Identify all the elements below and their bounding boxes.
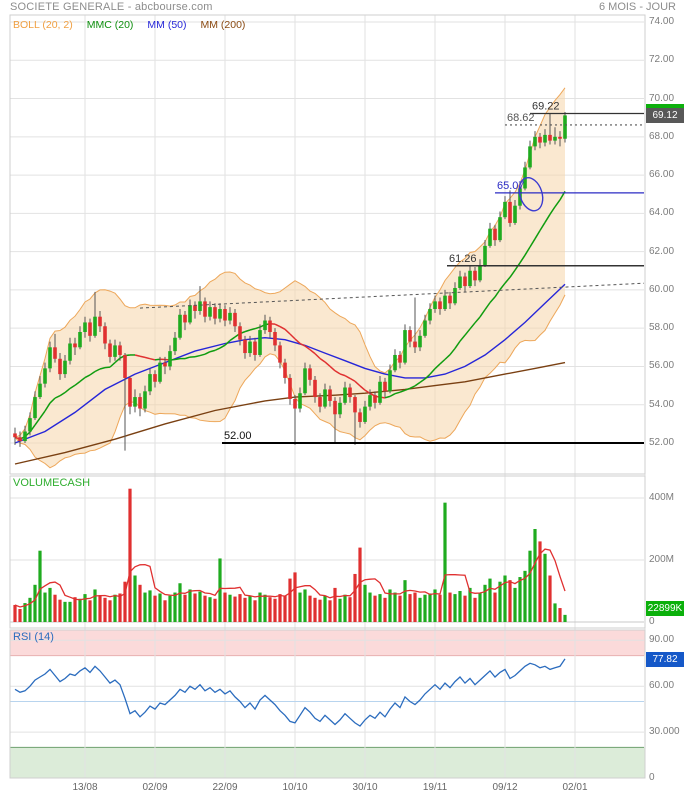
rsi-line <box>15 659 565 726</box>
legend-item: BOLL (20, 2) <box>13 19 73 31</box>
volume-axis-label: 400M <box>649 492 683 503</box>
date-axis-label: 30/10 <box>343 782 387 793</box>
rsi-badge: 77.82 <box>646 652 684 667</box>
price-axis-label: 58.00 <box>649 322 683 333</box>
volume-axis-label: 200M <box>649 554 683 565</box>
price-axis-label: 72.00 <box>649 54 683 65</box>
last-price-badge: 69.12 <box>646 104 684 123</box>
price-axis-label: 68.00 <box>649 131 683 142</box>
svg-text:52.00: 52.00 <box>224 430 252 442</box>
price-axis-label: 52.00 <box>649 437 683 448</box>
date-axis-label: 02/01 <box>553 782 597 793</box>
date-axis-label: 22/09 <box>203 782 247 793</box>
price-axis-label: 66.00 <box>649 169 683 180</box>
legend-item: MM (50) <box>147 19 186 31</box>
legend-item: MM (200) <box>201 19 246 31</box>
svg-text:68.62: 68.62 <box>507 112 535 124</box>
rsi-panel-label: RSI (14) <box>13 631 54 643</box>
bollinger-band <box>15 88 565 468</box>
chart-canvas: 69.2268.6265.0761.2652.00 <box>0 0 684 800</box>
chart-root: SOCIETE GENERALE - abcbourse.com 6 MOIS … <box>0 0 684 800</box>
svg-text:61.26: 61.26 <box>449 253 477 265</box>
date-axis-label: 13/08 <box>63 782 107 793</box>
volume-bars <box>13 489 566 622</box>
indicator-legend: BOLL (20, 2) MMC (20) MM (50) MM (200) <box>13 19 245 31</box>
price-axis-label: 54.00 <box>649 399 683 410</box>
price-axis-label: 56.00 <box>649 360 683 371</box>
price-axis-label: 62.00 <box>649 246 683 257</box>
price-axis-label: 60.00 <box>649 284 683 295</box>
date-axis-label: 09/12 <box>483 782 527 793</box>
date-axis-label: 02/09 <box>133 782 177 793</box>
rsi-axis-label: 0 <box>649 772 683 783</box>
price-axis-label: 70.00 <box>649 93 683 104</box>
legend-item: MMC (20) <box>87 19 134 31</box>
svg-text:69.22: 69.22 <box>532 100 560 112</box>
price-axis-label: 64.00 <box>649 207 683 218</box>
volume-axis-label: 0 <box>649 616 683 627</box>
date-axis-label: 10/10 <box>273 782 317 793</box>
rsi-axis-label: 90.00 <box>649 634 683 645</box>
price-axis-label: 74.00 <box>649 16 683 27</box>
date-axis-label: 19/11 <box>413 782 457 793</box>
rsi-axis-label: 30.000 <box>649 726 683 737</box>
rsi-axis-label: 60.00 <box>649 680 683 691</box>
volume-panel-label: VOLUMECASH <box>13 477 90 489</box>
volume-badge: 22899K <box>646 601 684 616</box>
